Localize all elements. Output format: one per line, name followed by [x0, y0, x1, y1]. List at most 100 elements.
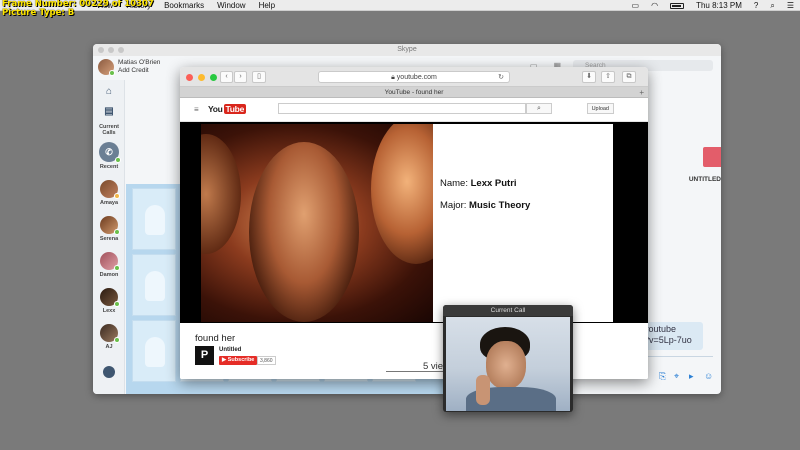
- phone-icon: ✆: [99, 142, 121, 163]
- sidebar-item-home[interactable]: ⌂: [93, 86, 125, 97]
- video-person-hand: [476, 375, 490, 405]
- minimize-icon[interactable]: [108, 47, 114, 53]
- card-name-line: Name: Lexx Putri: [440, 178, 517, 189]
- contact-name: Amaya: [99, 200, 119, 206]
- online-status-icon: [114, 229, 120, 235]
- battery-icon[interactable]: [670, 2, 685, 9]
- sidebar-item-current-calls[interactable]: Current Calls: [93, 124, 125, 136]
- sidebar-contact-lexx[interactable]: Lexx: [93, 288, 125, 314]
- sidebar-contact-damon[interactable]: Damon: [93, 252, 125, 278]
- sidebar-toggle-button[interactable]: ▯: [252, 71, 266, 83]
- online-status-icon: [114, 301, 120, 307]
- like-bar: [386, 371, 446, 372]
- subscriber-count: 3,860: [257, 356, 276, 365]
- contact-name: Serena: [99, 236, 119, 242]
- online-status-icon: [114, 337, 120, 343]
- menu-tray: ▭ ◠ Thu 8:13 PM ? ⌕ ☰: [632, 0, 794, 11]
- sidebar-contact-amaya[interactable]: Amaya: [93, 180, 125, 206]
- end-call-button[interactable]: [703, 147, 721, 167]
- home-icon: ⌂: [105, 86, 113, 97]
- photo-face-right: [371, 124, 433, 264]
- subscribe-label: Subscribe: [227, 357, 255, 363]
- menu-icon[interactable]: ≡: [194, 105, 199, 114]
- reload-icon[interactable]: ↻: [498, 72, 504, 83]
- close-icon[interactable]: [98, 47, 104, 53]
- contacts-icon: ▤: [104, 106, 114, 117]
- skype-sidebar: ⌂ ▤ Current Calls ✆ Recent Amaya Serena …: [93, 80, 125, 394]
- safari-toolbar: ‹ › ▯ 🔒︎ youtube.com ↻ ⬇ ⇧ ⧉: [180, 67, 648, 87]
- conversation-name: UNTITLED: [688, 176, 721, 183]
- youtube-header: ≡ You Tube ⌕ Upload: [180, 98, 648, 122]
- channel-logo[interactable]: P: [195, 346, 214, 365]
- list-icon[interactable]: ☰: [787, 1, 794, 10]
- search-icon[interactable]: ⌕: [770, 1, 774, 11]
- chat-divider: [641, 356, 713, 357]
- sidebar-item-contacts[interactable]: ▤: [93, 106, 125, 117]
- call-video-feed: [446, 317, 570, 411]
- subscribe-button[interactable]: ▶ Subscribe: [219, 356, 258, 365]
- tab-youtube[interactable]: YouTube - found her +: [180, 87, 648, 98]
- card-name-label: Name:: [440, 178, 468, 189]
- menu-help[interactable]: Help: [259, 1, 275, 10]
- contact-name: AJ: [105, 344, 113, 350]
- online-status-icon: [109, 70, 115, 76]
- file-icon[interactable]: ⎘: [659, 372, 668, 381]
- channel-name[interactable]: Untitled: [219, 347, 241, 353]
- emoji-icon[interactable]: ☺: [704, 372, 713, 381]
- sidebar-contact-serena[interactable]: Serena: [93, 216, 125, 242]
- skype-title: Skype: [397, 46, 417, 53]
- avatar: [98, 59, 115, 76]
- youtube-logo[interactable]: You Tube: [208, 104, 247, 114]
- recent-label: Recent: [99, 164, 119, 170]
- profile-name: Matias O'Brien: [118, 59, 161, 66]
- contact-name: Damon: [99, 272, 119, 278]
- card-major-value: Music Theory: [469, 200, 531, 211]
- wifi-icon[interactable]: ◠: [651, 1, 658, 10]
- safari-window-controls: [186, 74, 217, 81]
- menu-bookmarks[interactable]: Bookmarks: [164, 1, 204, 10]
- video-icon[interactable]: ▸: [689, 372, 698, 381]
- participant-placeholder: [132, 188, 176, 250]
- safari-window: ‹ › ▯ 🔒︎ youtube.com ↻ ⬇ ⇧ ⧉ YouTube - f…: [180, 67, 648, 379]
- youtube-search-button[interactable]: ⌕: [526, 103, 552, 114]
- clock-icon[interactable]: [103, 366, 115, 378]
- contact-name: Lexx: [102, 308, 116, 314]
- address-bar[interactable]: 🔒︎ youtube.com ↻: [318, 71, 510, 83]
- share-button[interactable]: ⇧: [601, 71, 615, 83]
- chat-toolbar: ⎘ ⌖ ▸ ☺: [659, 372, 713, 381]
- upload-button[interactable]: Upload: [586, 103, 614, 114]
- sidebar-contact-aj[interactable]: AJ: [93, 324, 125, 350]
- back-button[interactable]: ‹: [220, 71, 233, 83]
- menu-window[interactable]: Window: [217, 1, 245, 10]
- minimize-icon[interactable]: [198, 74, 205, 81]
- forward-button[interactable]: ›: [234, 71, 247, 83]
- display-icon[interactable]: ▭: [632, 1, 640, 10]
- avatar: [100, 252, 120, 271]
- logo-tube: Tube: [223, 104, 247, 114]
- video-text-card: Name: Lexx Putri Major: Music Theory: [433, 124, 613, 322]
- tabs-button[interactable]: ⧉: [622, 71, 636, 83]
- zoom-icon[interactable]: [210, 74, 217, 81]
- card-major-line: Major: Music Theory: [440, 200, 530, 211]
- avatar: [100, 324, 120, 343]
- card-name-value: Lexx Putri: [470, 178, 517, 189]
- youtube-search-input[interactable]: [278, 103, 526, 114]
- skype-window-controls: [98, 47, 124, 53]
- skype-profile[interactable]: Matias O'Brien Add Credit: [98, 57, 160, 77]
- skype-title-bar: Skype: [93, 44, 721, 56]
- sidebar-item-recent[interactable]: ✆ Recent: [93, 142, 125, 170]
- url-text: youtube.com: [396, 74, 437, 81]
- new-tab-button[interactable]: +: [639, 87, 644, 98]
- add-credit-link[interactable]: Add Credit: [118, 67, 160, 75]
- frame-overlay: Frame Number: 00229 of 10307 Picture Typ…: [2, 0, 154, 18]
- help-icon[interactable]: ?: [754, 1, 758, 10]
- menu-clock[interactable]: Thu 8:13 PM: [696, 1, 742, 10]
- location-icon[interactable]: ⌖: [674, 372, 683, 381]
- close-icon[interactable]: [186, 74, 193, 81]
- avatar: [100, 288, 120, 307]
- current-call-window[interactable]: Current Call: [443, 305, 573, 412]
- video-player[interactable]: Name: Lexx Putri Major: Music Theory: [180, 122, 648, 323]
- zoom-icon[interactable]: [118, 47, 124, 53]
- logo-you: You: [208, 104, 223, 114]
- downloads-button[interactable]: ⬇: [582, 71, 596, 83]
